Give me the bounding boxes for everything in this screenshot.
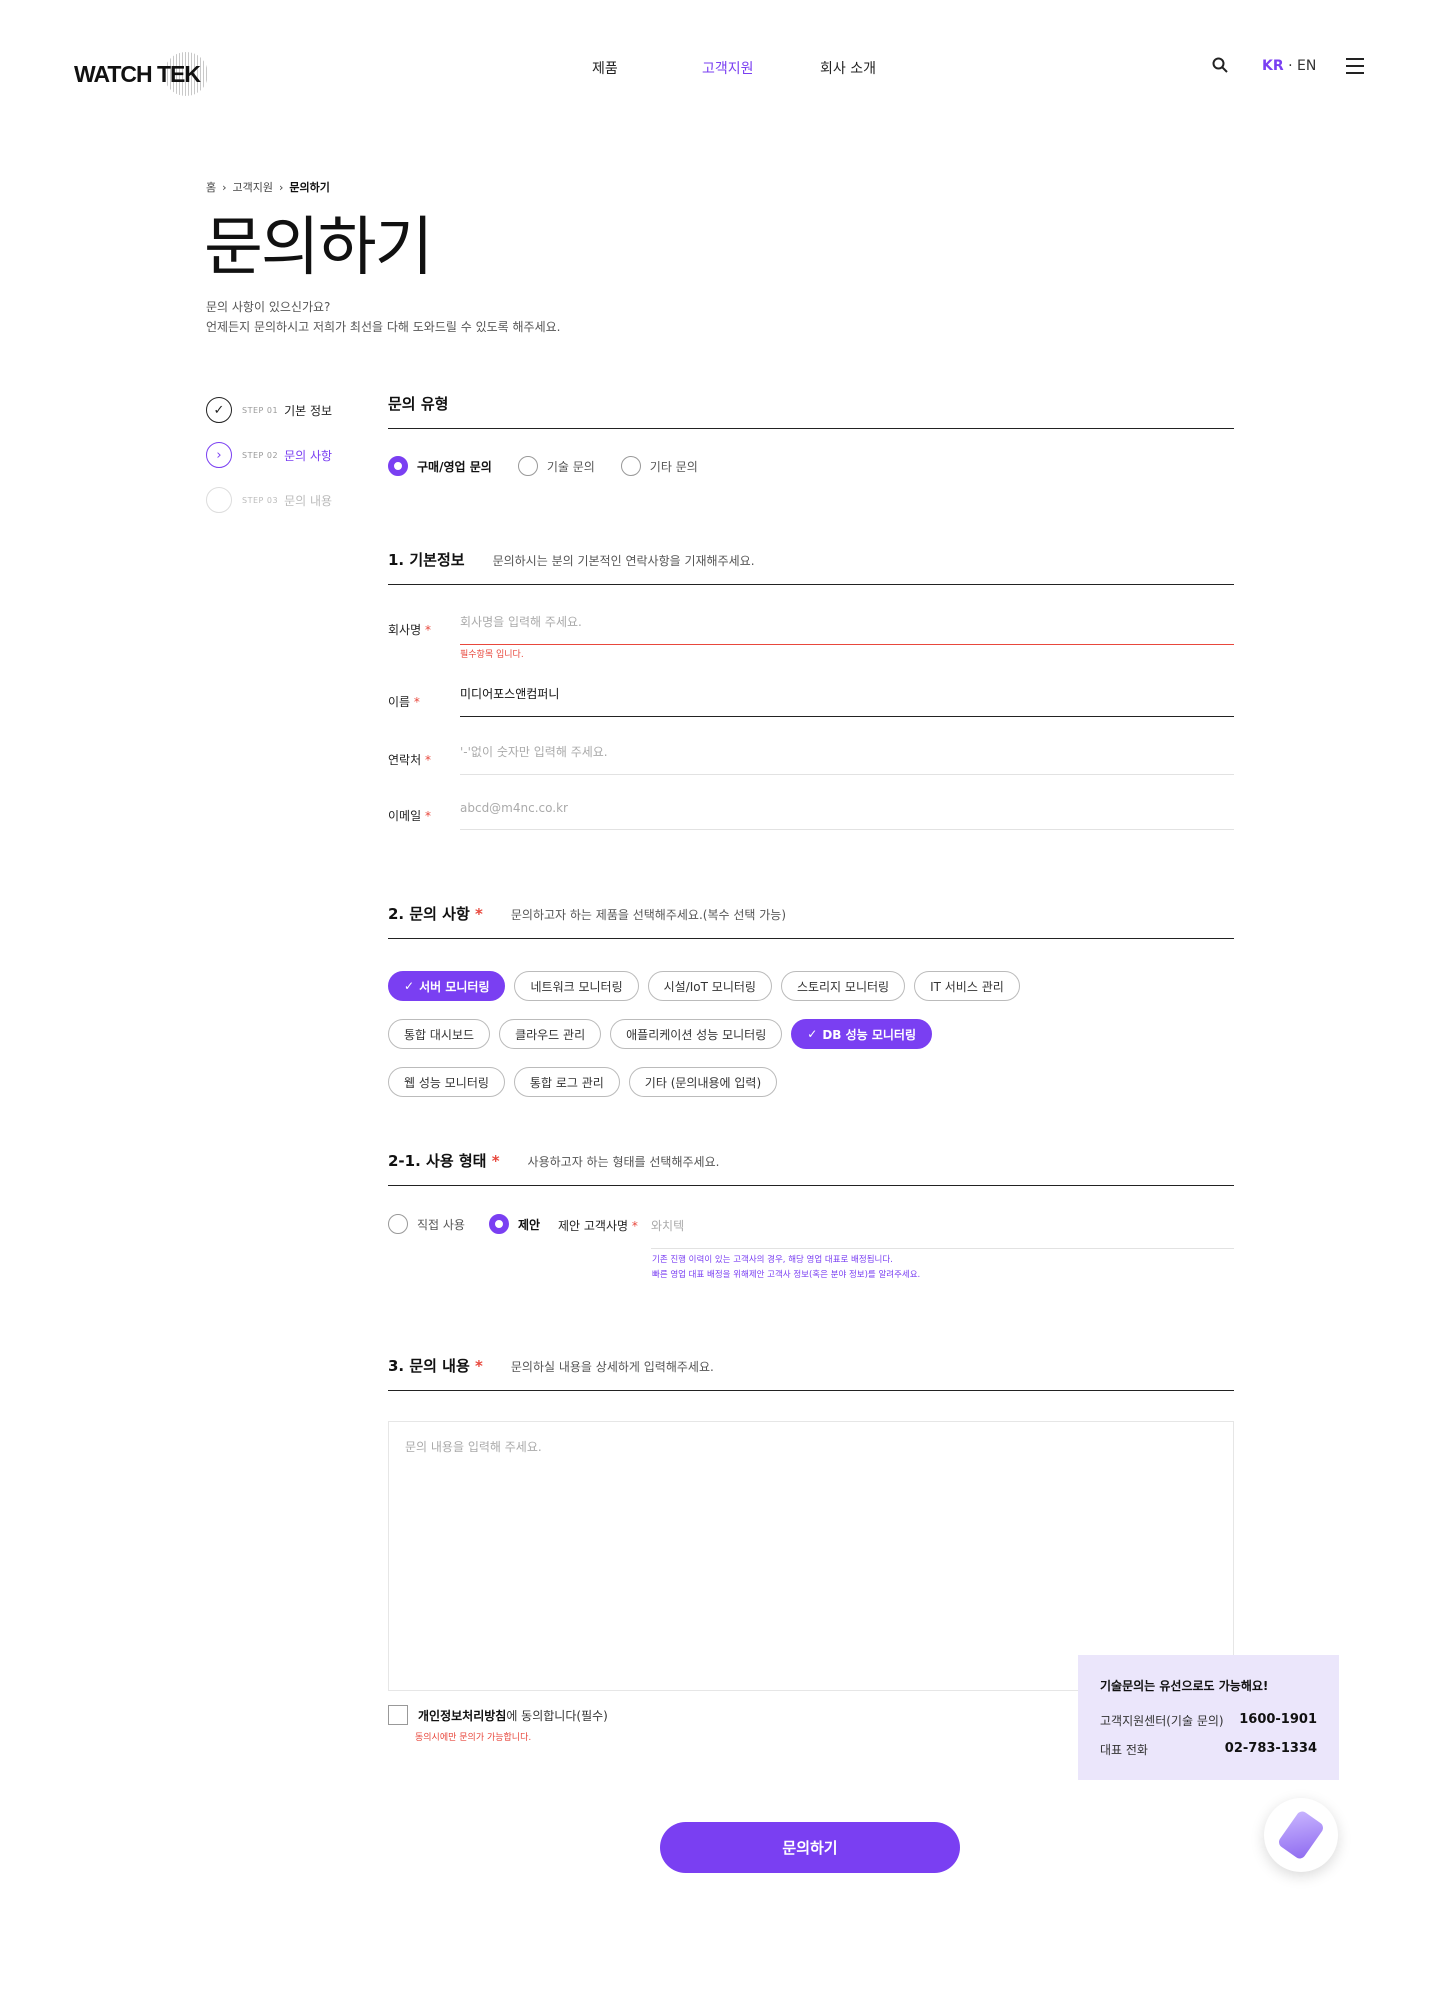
section-subtitle: 문의하시는 분의 기본적인 연락사항을 기재해주세요. bbox=[492, 554, 755, 568]
check-icon: ✓ bbox=[807, 1027, 818, 1041]
radio-proposal[interactable]: 제안 bbox=[488, 1214, 540, 1234]
breadcrumb-support[interactable]: 고객지원 bbox=[233, 179, 273, 195]
inquiry-type-group: 구매/영업 문의 기술 문의 기타 문의 bbox=[388, 456, 698, 476]
chip-log[interactable]: 통합 로그 관리 bbox=[513, 1067, 620, 1097]
field-label: 이메일 * bbox=[388, 809, 431, 823]
call-row: 고객지원센터(기술 문의) 1600-1901 bbox=[1100, 1712, 1317, 1728]
breadcrumb-current: 문의하기 bbox=[289, 181, 330, 194]
chip-cloud[interactable]: 클라우드 관리 bbox=[499, 1019, 602, 1049]
inquiry-header: 2. 문의 사항 * 문의하고자 하는 제품을 선택해주세요.(복수 선택 가능… bbox=[388, 903, 1234, 939]
logo[interactable]: WATCH TEK bbox=[74, 52, 209, 96]
lang-separator: · bbox=[1288, 58, 1293, 74]
chip-etc[interactable]: 기타 (문의내용에 입력) bbox=[628, 1067, 778, 1097]
section-title: 2-1. 사용 형태 * bbox=[388, 1152, 500, 1170]
client-input[interactable]: 와치텍 bbox=[651, 1217, 1234, 1249]
chip-dashboard[interactable]: 통합 대시보드 bbox=[388, 1019, 491, 1049]
step-tag: STEP 02 bbox=[242, 450, 279, 460]
field-label: 이름 * bbox=[388, 694, 420, 709]
nav-item-support[interactable]: 고객지원 bbox=[702, 58, 820, 78]
chip-storage[interactable]: 스토리지 모니터링 bbox=[780, 971, 906, 1001]
menu-icon[interactable] bbox=[1346, 58, 1364, 74]
breadcrumb-home[interactable]: 홈 bbox=[206, 179, 216, 195]
email-input[interactable]: abcd@m4nc.co.kr bbox=[460, 801, 1234, 830]
page-title: 문의하기 bbox=[204, 211, 434, 285]
lang-en[interactable]: EN bbox=[1297, 58, 1316, 74]
product-chips: ✓ 서버 모니터링 네트워크 모니터링 시설/IoT 모니터링 스토리지 모니터링… bbox=[388, 971, 1234, 1097]
logo-text: WATCH TEK bbox=[74, 60, 201, 87]
usage-note: 기존 진행 이력이 있는 고객사의 경우, 해당 영업 대표로 배정됩니다. 빠… bbox=[652, 1255, 921, 1280]
nav-item-about[interactable]: 회사 소개 bbox=[820, 58, 940, 78]
radio-direct[interactable]: 직접 사용 bbox=[388, 1214, 465, 1234]
phone-input[interactable]: '-'없이 숫자만 입력해 주세요. bbox=[460, 743, 1234, 775]
content-textarea[interactable]: 문의 내용을 입력해 주세요. bbox=[388, 1421, 1234, 1691]
radio-sales[interactable]: 구매/영업 문의 bbox=[388, 456, 492, 476]
step-label: 문의 사항 bbox=[284, 448, 333, 463]
step-tag: STEP 03 bbox=[242, 495, 279, 505]
step-circle bbox=[206, 487, 232, 513]
breadcrumb: 홈 › 고객지원 › 문의하기 bbox=[206, 179, 330, 195]
step-label: 문의 내용 bbox=[284, 493, 333, 508]
section-subtitle: 문의하실 내용을 상세하게 입력해주세요. bbox=[510, 1360, 714, 1374]
chip-iot[interactable]: 시설/IoT 모니터링 bbox=[647, 971, 772, 1001]
email-field: 이메일 * abcd@m4nc.co.kr bbox=[388, 801, 1234, 830]
section-subtitle: 사용하고자 하는 형태를 선택해주세요. bbox=[527, 1155, 720, 1169]
step-2[interactable]: › STEP 02 문의 사항 bbox=[206, 442, 332, 468]
nav-item-products[interactable]: 제품 bbox=[592, 58, 702, 78]
chevron-right-icon: › bbox=[279, 180, 284, 194]
name-field: 이름 * 미디어포스앤컴퍼니 bbox=[388, 685, 1234, 717]
section-title: 2. 문의 사항 * bbox=[388, 905, 483, 923]
desc-line-2: 언제든지 문의하시고 저희가 최선을 다해 도와드릴 수 있도록 해주세요. bbox=[206, 320, 561, 334]
company-input[interactable]: 회사명을 입력해 주세요. bbox=[460, 613, 1234, 645]
call-row: 대표 전화 02-783-1334 bbox=[1100, 1741, 1317, 1757]
chip-apm[interactable]: 애플리케이션 성능 모니터링 bbox=[610, 1019, 783, 1049]
chip-itsm[interactable]: IT 서비스 관리 bbox=[914, 971, 1020, 1001]
chevron-right-icon: › bbox=[206, 442, 232, 468]
check-icon: ✓ bbox=[404, 979, 415, 993]
step-1[interactable]: ✓ STEP 01 기본 정보 bbox=[206, 397, 332, 423]
name-input[interactable]: 미디어포스앤컴퍼니 bbox=[460, 685, 1234, 717]
submit-button[interactable]: 문의하기 bbox=[660, 1822, 960, 1873]
main-nav: 제품 고객지원 회사 소개 bbox=[592, 58, 940, 78]
privacy-agree[interactable]: 개인정보처리방침 에 동의합니다(필수) bbox=[388, 1705, 608, 1725]
check-icon: ✓ bbox=[206, 397, 232, 423]
step-3[interactable]: STEP 03 문의 내용 bbox=[206, 487, 332, 513]
radio-etc[interactable]: 기타 문의 bbox=[620, 456, 698, 476]
lang-kr[interactable]: KR bbox=[1262, 58, 1284, 74]
phone-icon[interactable] bbox=[1264, 1798, 1338, 1872]
field-label: 회사명 * bbox=[388, 622, 431, 637]
chip-server[interactable]: ✓ 서버 모니터링 bbox=[388, 971, 506, 1001]
agree-text: 에 동의합니다(필수) bbox=[506, 1708, 608, 1723]
section-title: 문의 유형 bbox=[388, 395, 449, 413]
search-icon[interactable] bbox=[1212, 57, 1228, 73]
inquiry-type-header: 문의 유형 bbox=[388, 393, 1234, 429]
basic-info-header: 1. 기본정보 문의하시는 분의 기본적인 연락사항을 기재해주세요. bbox=[388, 549, 1234, 585]
usage-header: 2-1. 사용 형태 * 사용하고자 하는 형태를 선택해주세요. bbox=[388, 1150, 1234, 1186]
call-card-title: 기술문의는 유선으로도 가능해요! bbox=[1100, 1679, 1269, 1693]
content-header: 3. 문의 내용 * 문의하실 내용을 상세하게 입력해주세요. bbox=[388, 1355, 1234, 1391]
step-tag: STEP 01 bbox=[242, 405, 279, 415]
chip-db[interactable]: ✓ DB 성능 모니터링 bbox=[791, 1019, 933, 1049]
chip-network[interactable]: 네트워크 모니터링 bbox=[514, 971, 639, 1001]
privacy-checkbox[interactable] bbox=[388, 1705, 408, 1725]
privacy-policy-link[interactable]: 개인정보처리방침 bbox=[418, 1707, 506, 1724]
company-field: 회사명 * 회사명을 입력해 주세요. bbox=[388, 613, 1234, 645]
company-error: 필수항목 입니다. bbox=[460, 650, 524, 660]
agree-error: 동의시에만 문의가 가능합니다. bbox=[415, 1733, 532, 1743]
page-description: 문의 사항이 있으신가요? 언제든지 문의하시고 저희가 최선을 다해 도와드릴… bbox=[206, 297, 561, 337]
language-switch: KR · EN bbox=[1262, 58, 1316, 74]
step-label: 기본 정보 bbox=[284, 403, 333, 418]
desc-line-1: 문의 사항이 있으신가요? bbox=[206, 300, 331, 314]
section-subtitle: 문의하고자 하는 제품을 선택해주세요.(복수 선택 가능) bbox=[510, 908, 787, 922]
call-card: 기술문의는 유선으로도 가능해요! 고객지원센터(기술 문의) 1600-1901… bbox=[1078, 1655, 1339, 1780]
field-label: 연락처 * bbox=[388, 752, 431, 767]
section-title: 3. 문의 내용 * bbox=[388, 1357, 483, 1375]
section-title: 1. 기본정보 bbox=[388, 551, 465, 569]
radio-tech[interactable]: 기술 문의 bbox=[517, 456, 595, 476]
chip-web[interactable]: 웹 성능 모니터링 bbox=[388, 1067, 505, 1097]
phone-field: 연락처 * '-'없이 숫자만 입력해 주세요. bbox=[388, 743, 1234, 775]
usage-group: 직접 사용 제안 bbox=[388, 1214, 540, 1234]
client-label: 제안 고객사명 * bbox=[558, 1219, 638, 1233]
chevron-right-icon: › bbox=[222, 180, 227, 194]
